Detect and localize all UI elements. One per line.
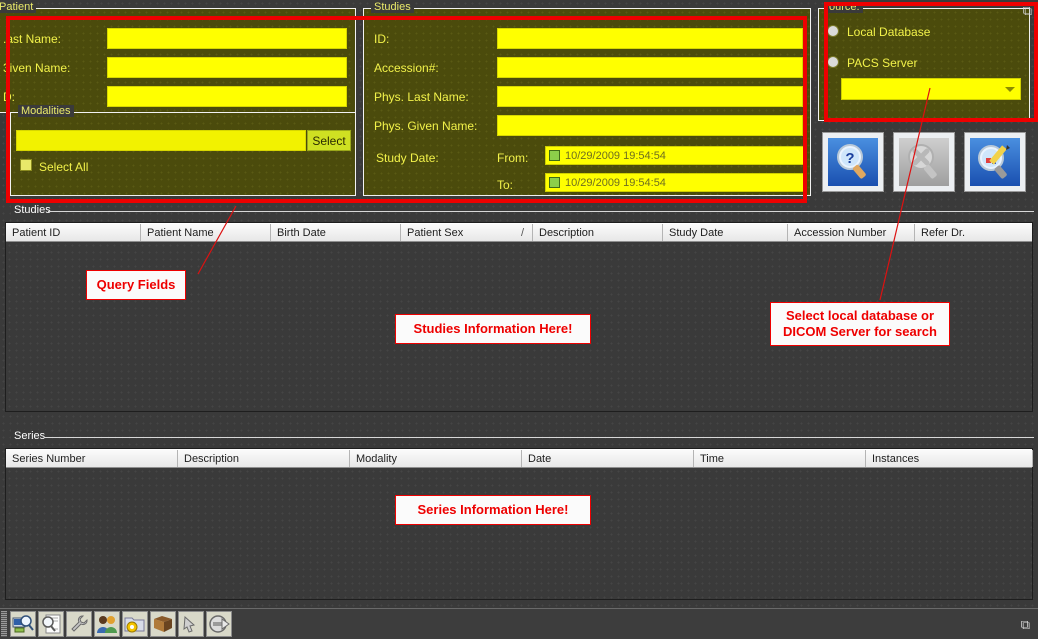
source-callout: Select local database or DICOM Server fo…	[770, 302, 950, 346]
bottom-toolbar: ⧉	[0, 608, 1038, 639]
wrench-icon	[68, 613, 90, 635]
query-fields-callout: Query Fields	[86, 270, 186, 300]
studies-info-callout: Studies Information Here!	[395, 314, 591, 344]
settings-button[interactable]	[66, 611, 92, 637]
folder-settings-button[interactable]	[122, 611, 148, 637]
series-info-callout: Series Information Here!	[395, 495, 591, 525]
book-icon	[152, 613, 174, 635]
dicom-query-retrieve-window: Patient .ast Name: 3iven Name: D: Modali…	[0, 0, 1038, 639]
users-button[interactable]	[94, 611, 120, 637]
magnifier-document-icon	[40, 613, 62, 635]
query-retrieve-button[interactable]	[10, 611, 36, 637]
toolbar-grip[interactable]	[1, 611, 7, 637]
computer-search-icon	[12, 613, 34, 635]
search-button[interactable]	[38, 611, 64, 637]
exit-circle-icon	[208, 613, 230, 635]
logout-button[interactable]	[206, 611, 232, 637]
archive-button[interactable]	[150, 611, 176, 637]
folder-gear-icon	[124, 613, 146, 635]
pointer-button[interactable]	[178, 611, 204, 637]
arrow-pointer-icon	[180, 613, 202, 635]
pin-icon-bottom-right[interactable]: ⧉	[1021, 618, 1030, 631]
users-icon	[96, 613, 118, 635]
